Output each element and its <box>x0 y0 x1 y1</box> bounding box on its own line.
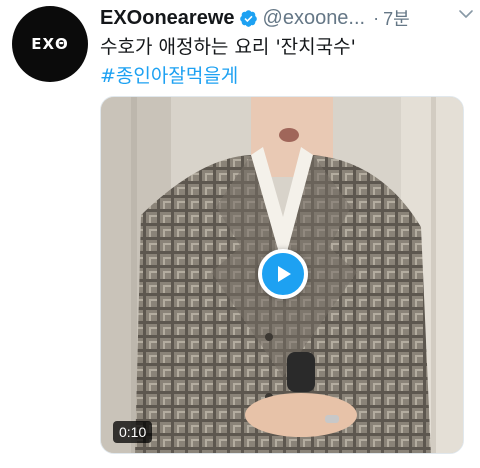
play-button[interactable] <box>258 249 308 299</box>
timestamp[interactable]: 7분 <box>383 5 410 31</box>
verified-badge-icon <box>239 9 257 27</box>
avatar-logo-text: ΕΧΘ <box>31 35 69 53</box>
tweet-header: EXOonearewe @exoone... · 7분 <box>100 4 472 32</box>
play-icon <box>278 266 291 282</box>
display-name[interactable]: EXOonearewe <box>100 7 235 30</box>
chevron-down-icon[interactable] <box>458 6 474 22</box>
tweet[interactable]: ΕΧΘ EXOonearewe @exoone... · 7분 수호가 애정하는… <box>0 0 480 468</box>
username-handle[interactable]: @exoone... <box>263 7 366 30</box>
hashtag-link[interactable]: #종인아잘먹을게 <box>100 63 238 89</box>
tweet-text: 수호가 애정하는 요리 '잔치국수' <box>100 36 356 58</box>
video-duration: 0:10 <box>113 421 153 443</box>
avatar[interactable]: ΕΧΘ <box>12 6 88 82</box>
separator-dot: · <box>373 7 380 28</box>
video-player[interactable]: 0:10 <box>100 96 464 454</box>
